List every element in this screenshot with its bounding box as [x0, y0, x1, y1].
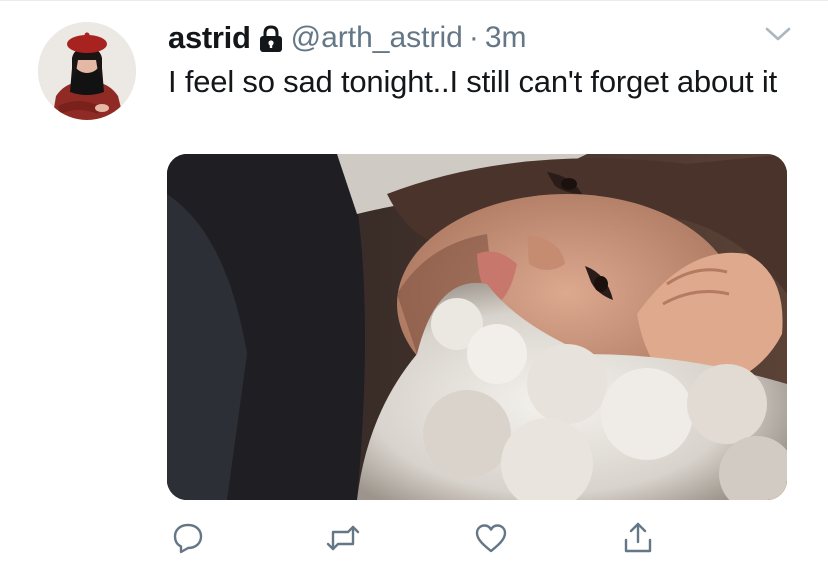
user-handle[interactable]: @arth_astrid	[291, 21, 463, 55]
share-icon[interactable]	[616, 516, 660, 560]
chevron-down-icon[interactable]	[764, 24, 792, 44]
retweet-icon[interactable]	[321, 516, 365, 560]
reply-icon[interactable]	[166, 516, 210, 560]
lock-icon	[259, 25, 283, 53]
tweet-photo[interactable]	[167, 154, 787, 500]
heart-icon[interactable]	[469, 516, 513, 560]
top-divider	[0, 0, 828, 1]
tweet-text: I feel so sad tonight..I still can't for…	[168, 64, 777, 99]
avatar[interactable]	[38, 22, 136, 120]
separator-dot: ·	[468, 21, 479, 54]
tweet-actions	[166, 516, 666, 560]
tweet[interactable]: astrid @arth_astrid · 3m I feel so sad t…	[0, 0, 828, 568]
display-name[interactable]: astrid	[168, 20, 251, 56]
timestamp[interactable]: 3m	[485, 21, 527, 55]
tweet-header: astrid @arth_astrid · 3m	[168, 18, 527, 58]
